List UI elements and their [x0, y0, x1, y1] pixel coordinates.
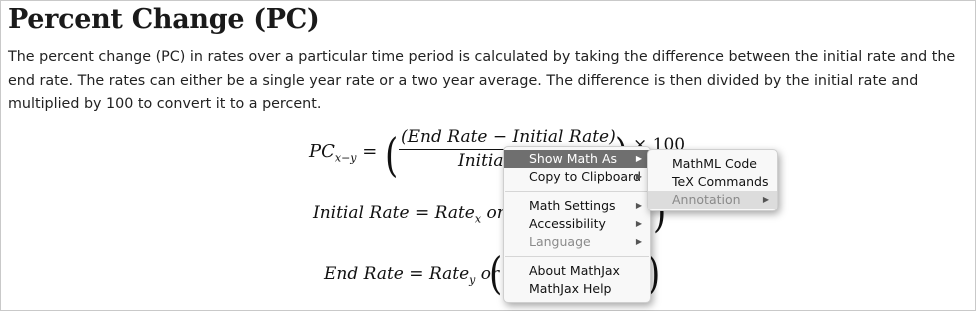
submenu-item-annotation: Annotation ▶ [648, 191, 777, 209]
equals-sign: = [409, 203, 435, 223]
menu-item-label: MathJax Help [529, 281, 612, 296]
open-paren: ( [385, 129, 399, 183]
menu-item-show-math-as[interactable]: Show Math As ▶ [504, 150, 650, 168]
menu-separator [505, 256, 649, 257]
menu-item-label: Copy to Clipboard [529, 169, 641, 184]
submenu-item-mathml-code[interactable]: MathML Code [648, 155, 777, 173]
menu-item-accessibility[interactable]: Accessibility ▶ [504, 215, 650, 233]
initial-rate-or: or [481, 203, 505, 223]
initial-rate-rhs: Rate [434, 203, 475, 223]
menu-item-about-mathjax[interactable]: About MathJax [504, 262, 650, 280]
pc-formula-lhs: PCx−y = [309, 141, 377, 165]
end-rate-lhs: End Rate [324, 264, 404, 284]
initial-rate-formula: Initial Rate = Ratex or [313, 203, 505, 225]
menu-item-label: Accessibility [529, 216, 606, 231]
menu-item-label: Language [529, 234, 591, 249]
submenu-arrow-icon: ▶ [635, 219, 642, 228]
submenu-arrow-icon: ▶ [635, 154, 642, 163]
fraction-numerator: (End Rate − Initial Rate) [401, 127, 616, 147]
show-math-as-submenu: MathML Code TeX Commands Annotation ▶ [647, 149, 778, 211]
pc-symbol: PC [309, 141, 335, 162]
menu-item-math-settings[interactable]: Math Settings ▶ [504, 197, 650, 215]
equals-sign: = [356, 141, 378, 162]
end-rate-rhs: Rate [428, 264, 470, 284]
submenu-arrow-icon: ▶ [635, 172, 642, 181]
submenu-arrow-icon: ▶ [635, 237, 642, 246]
menu-item-copy-to-clipboard[interactable]: Copy to Clipboard ▶ [504, 168, 650, 186]
menu-item-label: Annotation [672, 192, 741, 207]
submenu-arrow-icon: ▶ [635, 201, 642, 210]
menu-item-label: About MathJax [529, 263, 620, 278]
end-open-paren: ( [489, 248, 503, 300]
menu-item-label: TeX Commands [672, 174, 769, 189]
equals-sign: = [403, 264, 429, 284]
initial-rate-lhs: Initial Rate [313, 203, 410, 223]
menu-item-label: Show Math As [529, 151, 618, 166]
page-title: Percent Change (PC) [8, 4, 320, 35]
submenu-arrow-icon: ▶ [762, 195, 769, 204]
menu-item-mathjax-help[interactable]: MathJax Help [504, 280, 650, 298]
menu-item-label: Math Settings [529, 198, 616, 213]
mathjax-context-menu: Show Math As ▶ Copy to Clipboard ▶ Math Se… [503, 146, 651, 303]
submenu-item-tex-commands[interactable]: TeX Commands [648, 173, 777, 191]
menu-item-label: MathML Code [672, 156, 757, 171]
pc-subscript: x−y [334, 151, 357, 165]
menu-item-language: Language ▶ [504, 233, 650, 251]
end-rate-formula: End Rate = Ratey or [324, 264, 499, 286]
description-paragraph: The percent change (PC) in rates over a … [8, 49, 956, 112]
menu-separator [505, 191, 649, 192]
